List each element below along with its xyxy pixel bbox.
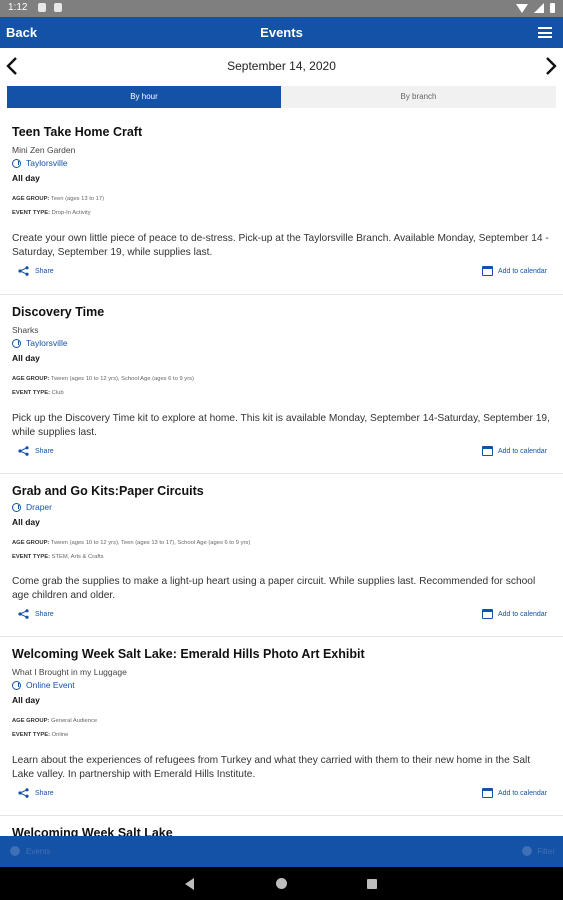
event-branch-label: Draper [26, 502, 52, 512]
add-to-calendar-button[interactable]: Add to calendar [481, 266, 547, 276]
bottom-bar: Events Filter [0, 836, 563, 867]
add-to-calendar-button[interactable]: Add to calendar [481, 446, 547, 456]
battery-icon [550, 3, 555, 13]
settings-icon [38, 3, 46, 12]
event-description: Learn about the experiences of refugees … [12, 755, 531, 780]
event-description: Pick up the Discovery Time kit to explor… [12, 413, 550, 438]
events-icon [10, 846, 20, 856]
chevron-right-icon[interactable] [545, 57, 557, 75]
status-bar: 1:12 [0, 0, 563, 17]
share-button[interactable]: Share [18, 609, 54, 619]
event-branch-label: Online Event [26, 680, 75, 690]
event-subtitle: Mini Zen Garden [12, 145, 76, 155]
share-button[interactable]: Share [18, 788, 54, 798]
share-icon [18, 788, 29, 798]
location-pin-icon [12, 502, 21, 512]
event-subtitle: What I Brought in my Luggage [12, 667, 127, 677]
nav-recents-icon[interactable] [367, 879, 377, 889]
event-time: All day [12, 353, 40, 363]
calendar-icon [481, 446, 493, 456]
share-button[interactable]: Share [18, 266, 54, 276]
tab-by-branch[interactable]: By branch [281, 86, 556, 108]
tab-by-hour[interactable]: By hour [7, 86, 281, 108]
share-icon [18, 266, 29, 276]
share-button[interactable]: Share [18, 446, 54, 456]
page-title: Events [260, 25, 303, 40]
view-tabs: By hour By branch [7, 86, 556, 108]
calendar-icon [481, 609, 493, 619]
event-branch[interactable]: Taylorsville [12, 338, 68, 348]
event-age-group: AGE GROUP: Tween (ages 10 to 12 yrs), Te… [12, 540, 251, 546]
nav-back-icon[interactable] [185, 878, 194, 890]
event-type: EVENT TYPE: Drop-In Activity [12, 210, 91, 216]
event-card[interactable]: Discovery Time Sharks Taylorsville All d… [0, 294, 563, 473]
event-card[interactable]: Welcoming Week Salt Lake: Emerald Hills … [0, 636, 563, 815]
event-time: All day [12, 173, 40, 183]
system-nav-bar [0, 867, 563, 900]
menu-icon[interactable] [538, 27, 552, 38]
event-list[interactable]: Teen Take Home Craft Mini Zen Garden Tay… [0, 114, 563, 836]
event-branch-label: Taylorsville [26, 158, 68, 168]
add-to-calendar-button[interactable]: Add to calendar [481, 788, 547, 798]
location-pin-icon [12, 680, 21, 690]
share-icon [18, 609, 29, 619]
event-description: Come grab the supplies to make a light-u… [12, 576, 536, 601]
event-type: EVENT TYPE: Club [12, 390, 64, 396]
share-icon [18, 446, 29, 456]
event-title[interactable]: Welcoming Week Salt Lake [12, 826, 173, 836]
calendar-icon [481, 788, 493, 798]
event-age-group: AGE GROUP: Tween (ages 10 to 12 yrs), Sc… [12, 376, 194, 382]
sd-card-icon [54, 3, 62, 12]
status-time: 1:12 [8, 2, 28, 13]
bottom-right-action[interactable]: Filter [522, 846, 555, 856]
calendar-icon [481, 266, 493, 276]
date-navigator: September 14, 2020 [0, 48, 563, 84]
event-type: EVENT TYPE: Online [12, 732, 69, 738]
event-card[interactable]: Grab and Go Kits:Paper Circuits Draper A… [0, 473, 563, 636]
event-card[interactable]: Welcoming Week Salt Lake [0, 815, 563, 836]
event-time: All day [12, 695, 40, 705]
event-branch[interactable]: Online Event [12, 680, 75, 690]
bottom-left-action[interactable]: Events [10, 846, 50, 856]
location-pin-icon [12, 158, 21, 168]
nav-home-icon[interactable] [276, 878, 287, 889]
signal-icon [534, 3, 544, 13]
event-branch[interactable]: Taylorsville [12, 158, 68, 168]
event-title[interactable]: Discovery Time [12, 305, 104, 319]
event-age-group: AGE GROUP: General Audience [12, 718, 98, 724]
event-branch-label: Taylorsville [26, 338, 68, 348]
filter-icon [522, 846, 533, 856]
current-date: September 14, 2020 [227, 59, 336, 73]
wifi-icon [516, 3, 528, 13]
event-time: All day [12, 517, 40, 527]
location-pin-icon [12, 338, 21, 348]
event-age-group: AGE GROUP: Teen (ages 13 to 17) [12, 196, 105, 202]
event-card[interactable]: Teen Take Home Craft Mini Zen Garden Tay… [0, 114, 563, 294]
event-title[interactable]: Welcoming Week Salt Lake: Emerald Hills … [12, 647, 365, 661]
event-title[interactable]: Grab and Go Kits:Paper Circuits [12, 484, 204, 498]
app-bar: Back Events [0, 17, 563, 48]
event-branch[interactable]: Draper [12, 502, 52, 512]
event-subtitle: Sharks [12, 325, 39, 335]
event-description: Create your own little piece of peace to… [12, 233, 549, 258]
add-to-calendar-button[interactable]: Add to calendar [481, 609, 547, 619]
event-type: EVENT TYPE: STEM, Arts & Crafts [12, 554, 104, 560]
event-title[interactable]: Teen Take Home Craft [12, 125, 142, 139]
